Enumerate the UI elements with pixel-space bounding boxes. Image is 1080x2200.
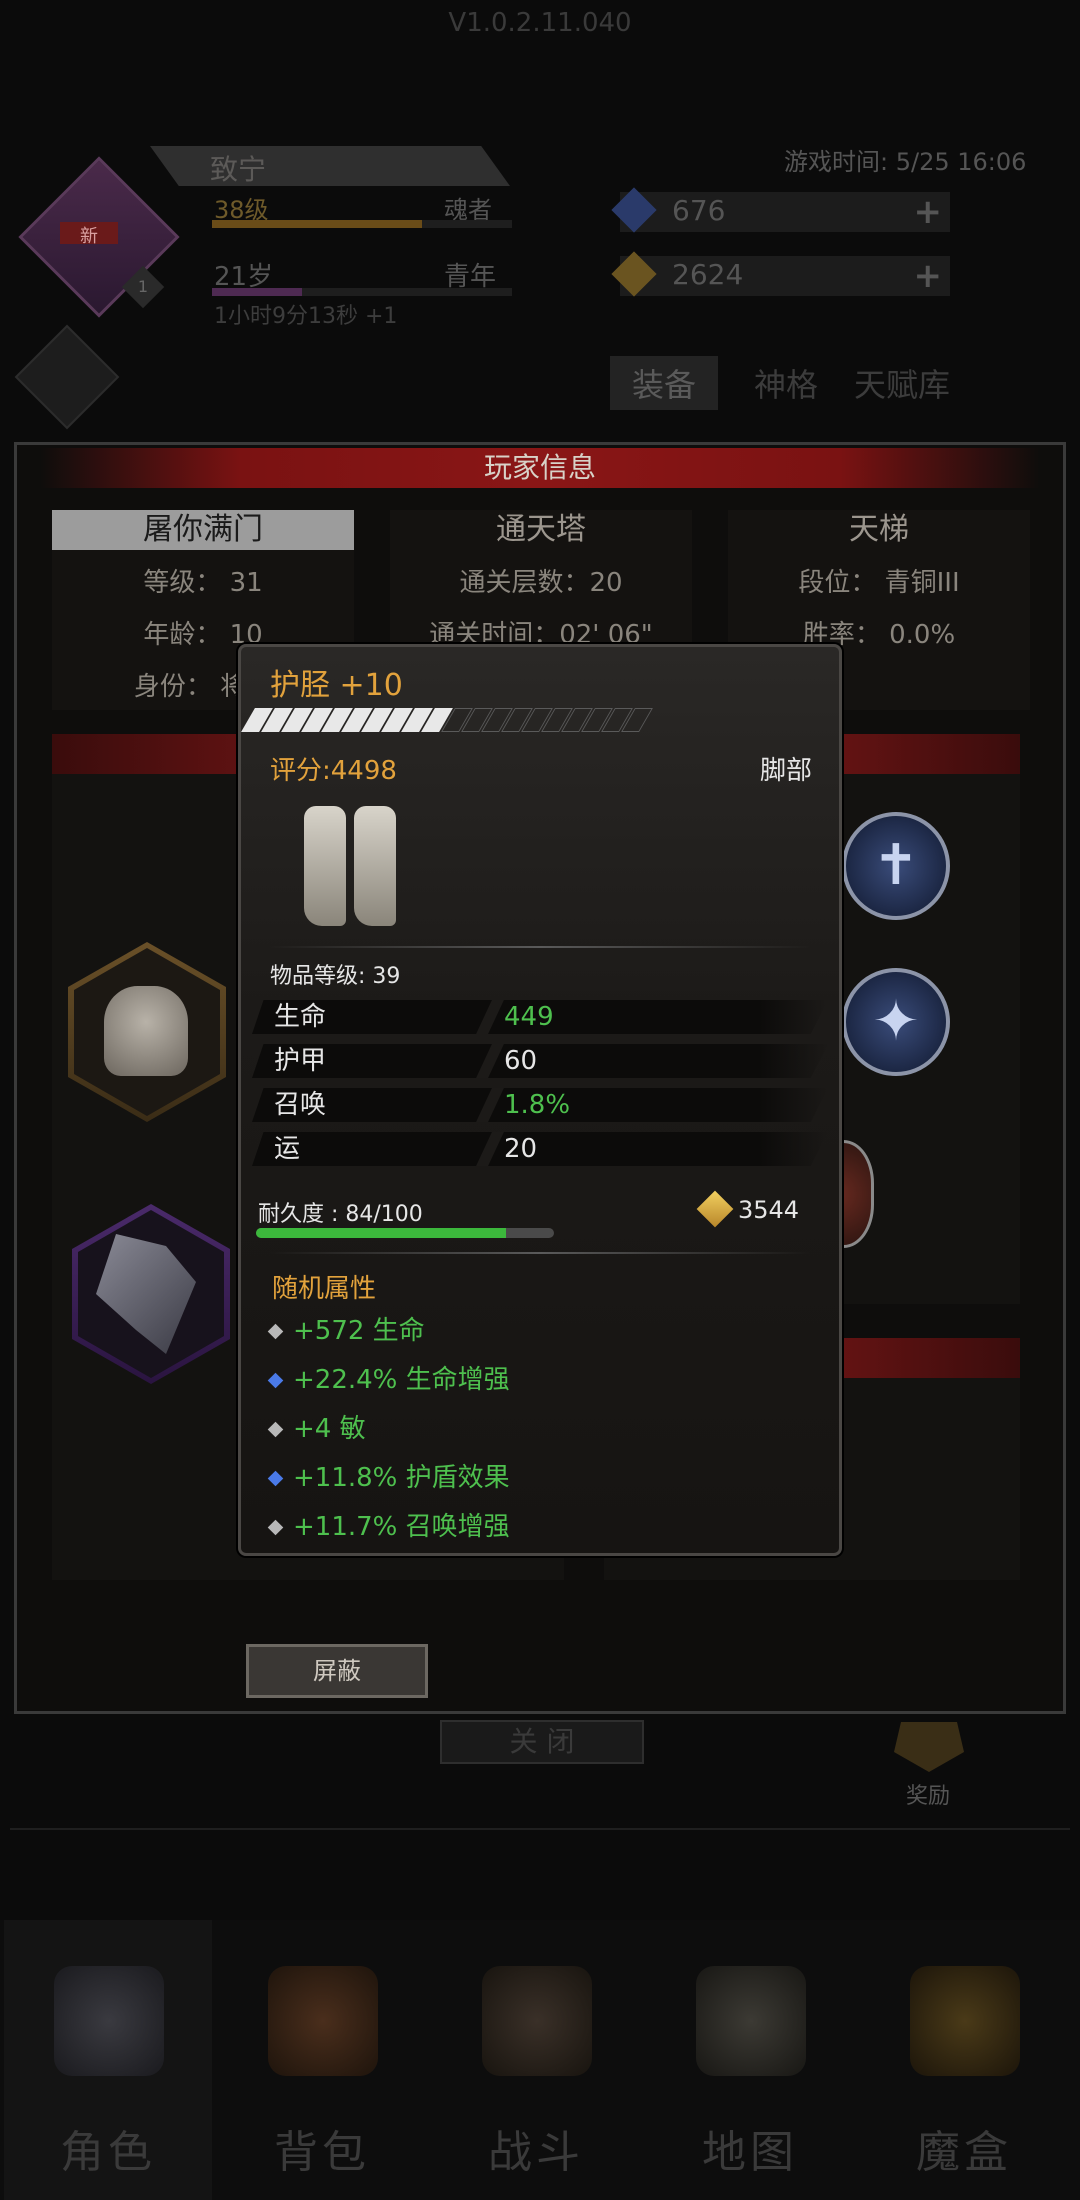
stat-key: 护甲 bbox=[274, 1046, 327, 1076]
stat-row: 生命 449 bbox=[252, 1000, 828, 1034]
gem-count: 676 bbox=[672, 194, 726, 227]
item-name: 护胫 +10 bbox=[270, 668, 403, 703]
ladder-rank: 段位： 青铜III bbox=[798, 568, 960, 598]
sell-price: 3544 bbox=[738, 1196, 800, 1224]
nav-magic-box[interactable]: 魔盒 bbox=[860, 1920, 1068, 2200]
grey-diamond-icon bbox=[267, 1421, 284, 1438]
bottom-nav: 角色 背包 战斗 地图 魔盒 bbox=[0, 1920, 1080, 2200]
item-level: 物品等级: 39 bbox=[270, 964, 401, 989]
close-button[interactable]: 关 闭 bbox=[440, 1720, 644, 1764]
item-score: 评分:4498 bbox=[270, 756, 397, 786]
divider bbox=[10, 1828, 1070, 1830]
stat-key: 召唤 bbox=[274, 1090, 327, 1120]
add-gold-button[interactable]: + bbox=[914, 256, 943, 296]
blue-gem-icon bbox=[611, 187, 657, 233]
secondary-badge[interactable] bbox=[14, 324, 120, 430]
name-plate bbox=[150, 146, 510, 186]
random-attribute: +22.4% 生命增强 bbox=[267, 1359, 510, 1396]
nav-battle[interactable]: 战斗 bbox=[432, 1920, 640, 2200]
durability-bar bbox=[256, 1228, 554, 1238]
random-attribute: +11.8% 护盾效果 bbox=[267, 1457, 510, 1494]
gold-count: 2624 bbox=[672, 258, 744, 291]
game-time: 游戏时间: 5/25 16:06 bbox=[784, 148, 1027, 176]
helmet-icon bbox=[54, 1966, 164, 2076]
nav-character[interactable]: 角色 bbox=[4, 1920, 212, 2200]
random-attribute: +11.7% 召唤增强 bbox=[267, 1506, 510, 1543]
random-attributes-title: 随机属性 bbox=[272, 1274, 377, 1304]
top-tabs: 装备 神格 天赋库 bbox=[610, 356, 1040, 414]
spirit-orb-skill-icon[interactable]: ✦ bbox=[842, 968, 950, 1076]
nav-backpack[interactable]: 背包 bbox=[218, 1920, 426, 2200]
sword-shield-icon bbox=[482, 1966, 592, 2076]
tab-divinity[interactable]: 神格 bbox=[754, 360, 818, 406]
magic-box-icon bbox=[910, 1966, 1020, 2076]
panel-title: 玩家信息 bbox=[483, 451, 596, 484]
reward-button[interactable]: 奖励 bbox=[868, 1722, 988, 1812]
age-bar bbox=[212, 288, 512, 296]
reward-chest-icon bbox=[894, 1722, 964, 1772]
stat-value: 60 bbox=[504, 1046, 538, 1076]
stat-value: 1.8% bbox=[504, 1090, 571, 1120]
blue-diamond-icon bbox=[267, 1372, 284, 1389]
stat-value: 449 bbox=[504, 1002, 554, 1032]
stat-row: 护甲 60 bbox=[252, 1044, 828, 1078]
tower-floors: 通关层数：20 bbox=[459, 568, 623, 598]
player-name: 致宁 bbox=[210, 153, 267, 186]
rank-number-badge: 1 bbox=[121, 265, 165, 309]
random-attribute: +572 生命 bbox=[267, 1310, 425, 1347]
add-gems-button[interactable]: + bbox=[914, 192, 943, 232]
player-card-level: 等级： 31 bbox=[143, 568, 263, 598]
reward-label: 奖励 bbox=[905, 1784, 950, 1809]
tower-card-title: 通天塔 bbox=[496, 512, 586, 547]
grey-diamond-icon bbox=[267, 1323, 284, 1340]
stat-key: 生命 bbox=[274, 1002, 327, 1032]
nav-map[interactable]: 地图 bbox=[646, 1920, 854, 2200]
item-slot: 脚部 bbox=[760, 756, 813, 786]
tab-talents[interactable]: 天赋库 bbox=[854, 360, 950, 406]
version-label: V1.0.2.11.040 bbox=[448, 8, 632, 38]
block-button[interactable]: 屏蔽 bbox=[246, 1644, 428, 1698]
tooltip-divider bbox=[270, 946, 810, 948]
greaves-icon bbox=[296, 806, 404, 930]
tooltip-divider bbox=[270, 1252, 810, 1254]
grey-diamond-icon bbox=[267, 1519, 284, 1536]
scroll-map-icon bbox=[696, 1966, 806, 2076]
holy-cross-skill-icon[interactable]: ✝ bbox=[842, 812, 950, 920]
stat-key: 运 bbox=[274, 1134, 301, 1164]
durability-label: 耐久度 : 84/100 bbox=[258, 1202, 423, 1227]
stat-row: 召唤 1.8% bbox=[252, 1088, 828, 1122]
enhance-progress bbox=[241, 708, 678, 738]
backpack-icon bbox=[268, 1966, 378, 2076]
xp-bar bbox=[212, 220, 512, 228]
stat-value: 20 bbox=[504, 1134, 538, 1164]
ladder-card-title: 天梯 bbox=[849, 512, 909, 547]
blue-diamond-icon bbox=[267, 1470, 284, 1487]
player-card-name: 屠你满门 bbox=[52, 510, 354, 550]
random-attribute: +4 敏 bbox=[267, 1408, 366, 1445]
tab-equipment[interactable]: 装备 bbox=[610, 356, 719, 410]
stat-row: 运 20 bbox=[252, 1132, 828, 1166]
age-timer: 1小时9分13秒 +1 bbox=[214, 304, 398, 329]
new-badge: 新 bbox=[60, 222, 118, 247]
gold-resource: 2624 + bbox=[611, 251, 950, 297]
helmet-icon bbox=[104, 986, 188, 1076]
gold-gem-icon bbox=[611, 251, 657, 297]
gem-resource: 676 + bbox=[611, 187, 950, 233]
